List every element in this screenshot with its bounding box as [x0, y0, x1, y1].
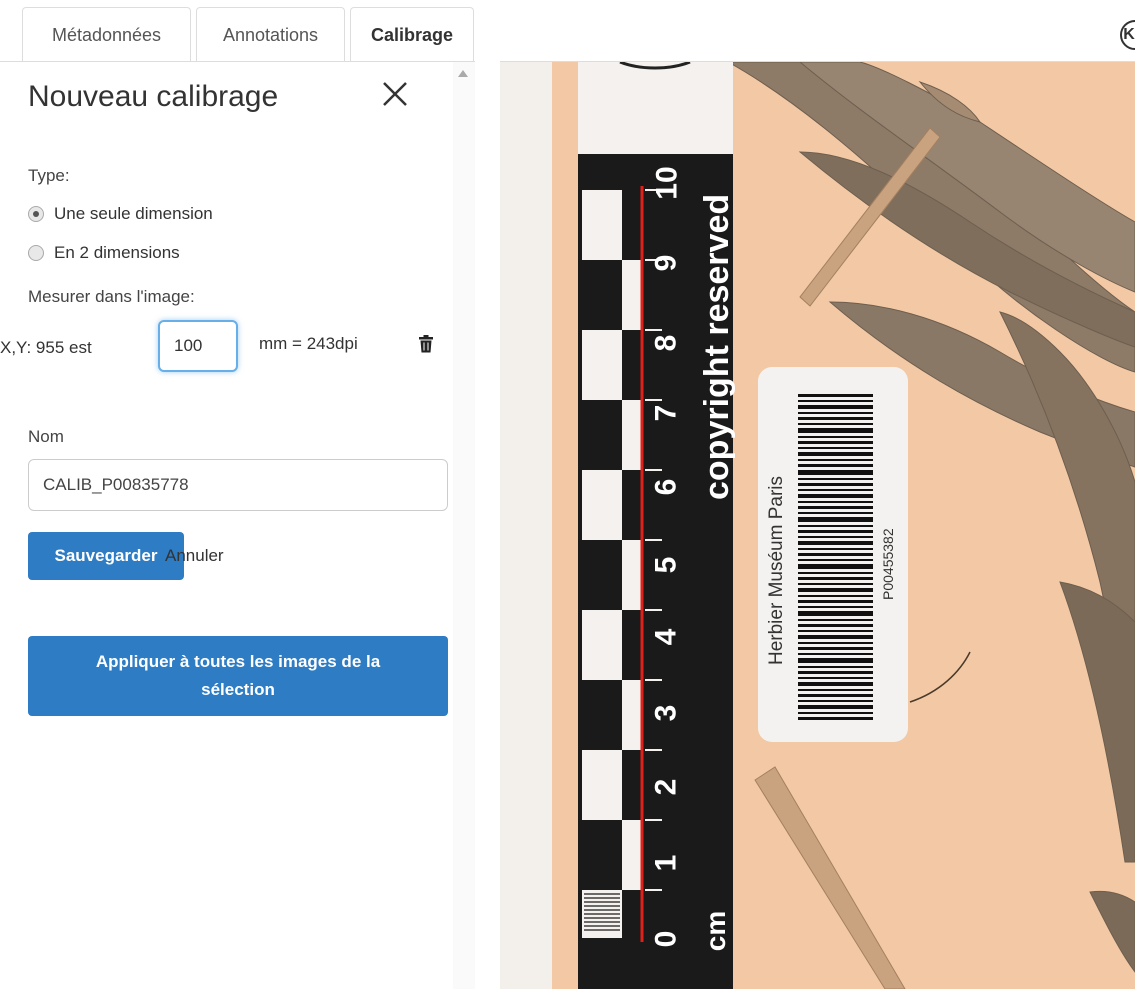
- ruler-unit: cm: [700, 910, 732, 952]
- ruler-number: 10: [650, 166, 684, 200]
- calibration-panel: Métadonnées Annotations Calibrage Nouvea…: [0, 0, 475, 989]
- cancel-link[interactable]: Annuler: [165, 546, 224, 566]
- radio-two-dimensions[interactable]: En 2 dimensions: [28, 243, 180, 263]
- type-label: Type:: [28, 166, 70, 185]
- barcode-number: P00455382: [880, 528, 896, 600]
- ruler-number: 3: [649, 704, 683, 722]
- save-button[interactable]: Sauvegarder: [28, 532, 184, 580]
- tab-calibrage[interactable]: Calibrage: [350, 7, 474, 62]
- ruler-number: 6: [649, 478, 683, 496]
- panel-scrollbar[interactable]: [453, 62, 475, 989]
- measure-label: Mesurer dans l'image:: [28, 287, 195, 306]
- previous-image-icon[interactable]: K: [1120, 20, 1135, 50]
- tab-annotations[interactable]: Annotations: [196, 7, 345, 62]
- panel-title: Nouveau calibrage: [28, 80, 279, 113]
- viewer-toolbar: K: [500, 0, 1135, 62]
- radio-unchecked-icon[interactable]: [28, 245, 44, 261]
- specimen-image[interactable]: [500, 62, 1135, 989]
- close-icon: [383, 82, 407, 106]
- ruler-number: 9: [649, 254, 683, 272]
- radio-checked-icon[interactable]: [28, 206, 44, 222]
- ruler-number: 8: [649, 334, 683, 352]
- ruler-number: 0: [649, 930, 683, 948]
- image-viewer[interactable]: K 10 9 8 7 6 5 4 3 2 1 0 cm copyright re…: [500, 0, 1135, 989]
- ruler-number: 2: [649, 778, 683, 796]
- ruler-number: 1: [649, 854, 683, 872]
- apply-to-all-button[interactable]: Appliquer à toutes les images de la séle…: [28, 636, 448, 716]
- scroll-up-icon[interactable]: [458, 70, 468, 77]
- close-button[interactable]: [375, 74, 415, 114]
- ruler-number: 5: [649, 556, 683, 574]
- xy-coordinates: X,Y: 955 est: [0, 338, 92, 357]
- calibration-name-input[interactable]: [28, 459, 448, 511]
- ruler-number: 7: [649, 404, 683, 422]
- radio-one-dimension[interactable]: Une seule dimension: [28, 204, 213, 224]
- dpi-result: mm = 243dpi: [259, 334, 358, 353]
- radio-two-dimensions-label: En 2 dimensions: [54, 243, 180, 262]
- ruler-number: 4: [649, 628, 683, 646]
- radio-one-dimension-label: Une seule dimension: [54, 204, 213, 223]
- name-label: Nom: [28, 427, 64, 446]
- copyright-text: copyright reserved: [698, 193, 736, 500]
- tab-bar: Métadonnées Annotations Calibrage: [0, 0, 475, 62]
- trash-icon[interactable]: [418, 335, 434, 353]
- mm-length-input[interactable]: [158, 320, 238, 372]
- tab-metadonnees[interactable]: Métadonnées: [22, 7, 191, 62]
- tab-divider: [0, 61, 475, 62]
- barcode-title: Herbier Muséum Paris: [766, 476, 787, 665]
